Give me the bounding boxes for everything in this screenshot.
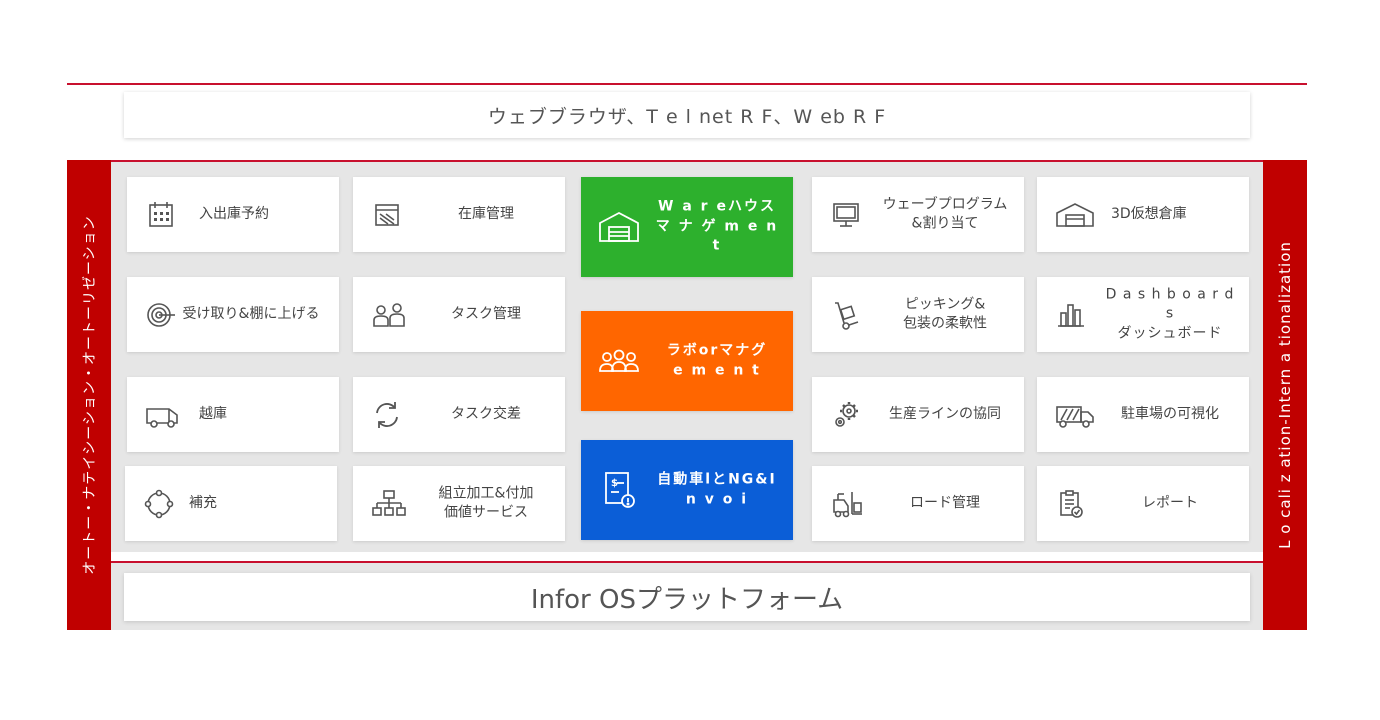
tile-reports[interactable]: レポート [1037, 466, 1249, 541]
inventory-box-icon [371, 199, 403, 231]
frame-top-line [67, 160, 1307, 162]
tile-label: D a s h b o a r d s ダッシュボード [1105, 286, 1235, 342]
people-task-icon [371, 299, 405, 331]
clipboard-check-icon [1055, 488, 1087, 520]
tile-inventory[interactable]: 在庫管理 [353, 177, 565, 252]
tile-appointment[interactable]: 入出庫予約 [127, 177, 339, 252]
tile-production-line[interactable]: 生産ラインの協同 [812, 377, 1024, 452]
cycle-icon [143, 488, 175, 520]
tile-yard-visibility[interactable]: 駐車場の可視化 [1037, 377, 1249, 452]
tile-label: 自動車lとNG&I n v o i [657, 471, 777, 507]
tile-label: 3D仮想倉庫 [1111, 205, 1187, 222]
calendar-icon [145, 199, 177, 231]
tile-label: タスク管理 [451, 305, 521, 322]
virtual-warehouse-icon [1055, 199, 1094, 231]
left-side-label: オートー・ナテイシーション・オートーリゼーション [82, 215, 98, 575]
labor-people-icon [597, 339, 641, 383]
platform-bar: Infor OSプラットフォーム [124, 573, 1250, 621]
tile-3d-warehouse[interactable]: 3D仮想倉庫 [1037, 177, 1249, 252]
tile-dashboards[interactable]: D a s h b o a r d s ダッシュボード [1037, 277, 1249, 352]
tile-label: 受け取り&棚に上げる [182, 305, 320, 322]
forklift-icon [830, 488, 862, 520]
bar-chart-icon [1055, 299, 1087, 331]
tile-cross-dock[interactable]: 越庫 [127, 377, 339, 452]
tile-label: 組立加工&付加 価値サービス [438, 484, 534, 521]
tile-label: 補充 [189, 494, 217, 511]
tile-label: 越庫 [199, 405, 227, 422]
monitor-icon [830, 199, 862, 231]
tile-label: レポート [1142, 494, 1198, 511]
refresh-icon [371, 399, 403, 431]
platform-divider [111, 552, 1263, 563]
van-icon [145, 399, 178, 431]
tile-wave-program[interactable]: ウェーブプログラム &割り当て [812, 177, 1024, 252]
tile-value-added-services[interactable]: 組立加工&付加 価値サービス [353, 466, 565, 541]
invoice-icon: $ [597, 468, 641, 512]
tile-receiving[interactable]: 受け取り&棚に上げる [127, 277, 339, 352]
tile-label: 入出庫予約 [199, 205, 269, 222]
tile-picking-packing[interactable]: ピッキング& 包装の柔軟性 [812, 277, 1024, 352]
tile-billing-invoice[interactable]: $ 自動車lとNG&I n v o i [581, 440, 793, 540]
platform-label: Infor OSプラットフォーム [530, 584, 844, 615]
hand-truck-icon [830, 299, 862, 331]
tile-label: ピッキング& 包装の柔軟性 [903, 295, 987, 332]
tile-label: タスク交差 [451, 405, 521, 422]
tile-label: 駐車場の可視化 [1121, 405, 1219, 422]
tile-task-management[interactable]: タスク管理 [353, 277, 565, 352]
right-side-band: L o cali z ation-Intern a tionalization [1263, 160, 1307, 630]
tile-replenishment[interactable]: 補充 [125, 466, 337, 541]
top-divider-line [67, 83, 1307, 85]
tile-label: W a r eハウス マ ナ ゲ m e n t [655, 198, 779, 254]
browser-access-bar: ウェブブラウザ、T e l net R F、W eb R F [124, 92, 1250, 138]
tile-load-management[interactable]: ロード管理 [812, 466, 1024, 541]
tile-labor-management[interactable]: ラボorマナグ e m e n t [581, 311, 793, 411]
tile-label: 生産ラインの協同 [889, 405, 1001, 422]
tile-task-interleaving[interactable]: タスク交差 [353, 377, 565, 452]
tile-warehouse-management[interactable]: W a r eハウス マ ナ ゲ m e n t [581, 177, 793, 277]
left-side-band: オートー・ナテイシーション・オートーリゼーション [67, 160, 111, 630]
truck-icon [1055, 399, 1094, 431]
warehouse-icon [597, 205, 641, 249]
hierarchy-icon [371, 488, 406, 520]
tile-label: ウェーブプログラム &割り当て [882, 195, 1008, 232]
browser-access-label: ウェブブラウザ、T e l net R F、W eb R F [487, 105, 887, 128]
tile-label: ロード管理 [910, 494, 980, 511]
tile-label: ラボorマナグ e m e n t [666, 342, 768, 378]
tile-label: 在庫管理 [458, 205, 514, 222]
right-side-label: L o cali z ation-Intern a tionalization [1276, 241, 1294, 549]
gears-icon [830, 399, 862, 431]
